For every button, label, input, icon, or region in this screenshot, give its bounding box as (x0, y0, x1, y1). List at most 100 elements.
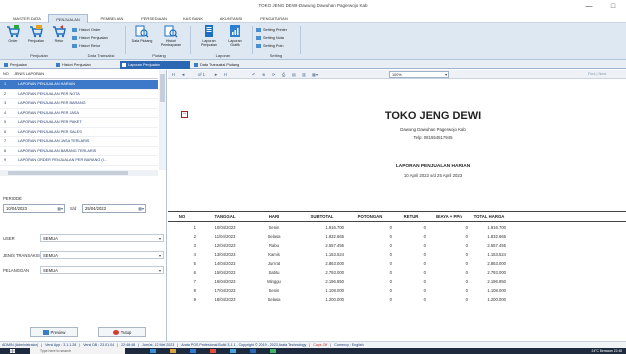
scroll-thumb[interactable] (8, 171, 128, 175)
report-list-item[interactable]: 7 LAPORAN PENJUALAN JASA TERLARIS (0, 137, 158, 147)
export-icon[interactable]: ▦▾ (312, 71, 318, 78)
tab-akuntansi[interactable]: AKUNTANSI (213, 14, 249, 23)
report-list-item[interactable]: 4 LAPORAN PENJUALAN PER JASA (0, 109, 158, 118)
setting-nota-item[interactable]: Setting Nota (256, 34, 287, 42)
chevron-down-icon: ▾ (445, 73, 447, 77)
scroll-thumb[interactable] (160, 74, 165, 102)
table-cell: 0 (423, 261, 426, 266)
histori-penjualan-item[interactable]: Histori Penjualan (72, 34, 108, 42)
collapse-params-button[interactable]: − (181, 111, 188, 118)
app-icon[interactable] (230, 349, 236, 353)
report-list-number: 1 (4, 82, 7, 86)
file-explorer-icon[interactable] (170, 349, 176, 353)
search-document-icon (135, 25, 149, 38)
vertical-scrollbar[interactable] (159, 70, 166, 170)
first-page-button[interactable]: H (172, 71, 175, 78)
refresh-icon[interactable]: ⟳ (272, 71, 276, 78)
table-cell: 0 (389, 234, 392, 239)
status-segment: ADMIN (Administrator) (2, 343, 39, 347)
horizontal-scrollbar[interactable] (0, 170, 158, 176)
status-bar: ADMIN (Administrator) | Versi App : 3.1.1.… (0, 341, 626, 348)
status-separator: | (330, 343, 332, 347)
header-no: NO (3, 72, 9, 76)
task-view-icon[interactable] (150, 349, 156, 353)
minimize-button[interactable]: — (578, 0, 600, 13)
report-list-name: LAPORAN PENJUALAN BARANG TERLARIS (18, 148, 97, 153)
chrome-icon[interactable] (210, 349, 216, 353)
windows-start-icon[interactable] (10, 349, 15, 353)
history-list: Histori Order Histori Penjualan Histori … (72, 26, 108, 50)
report-list-item[interactable]: 8 LAPORAN PENJUALAN BARANG TERLARIS (0, 147, 158, 156)
report-list-item[interactable]: 5 LAPORAN PENJUALAN PER PAKET (0, 118, 158, 128)
next-page-button[interactable]: ► (214, 71, 218, 78)
table-cell: 14/04/2023 (214, 261, 236, 266)
penjualan-button[interactable]: Penjualan (25, 25, 47, 49)
table-cell: 1.153.524 (325, 252, 344, 257)
tab-persediaan[interactable]: PERSEDIAAN (134, 14, 174, 23)
print-icon[interactable]: ⎙ (282, 71, 285, 78)
histori-pembayaran-button[interactable]: Histori Pembayaran (158, 25, 184, 49)
whatsapp-icon[interactable] (270, 349, 276, 353)
report-list-item[interactable]: 6 LAPORAN PENJUALAN PER SALES (0, 128, 158, 137)
weather-text: 24°C Berawan (591, 349, 613, 353)
table-cell: Selasa (267, 297, 281, 302)
table-cell: 0 (465, 297, 468, 302)
chevron-down-icon: ▾ (158, 236, 161, 241)
pelanggan-select[interactable]: SEMUA ▾ (40, 266, 164, 274)
table-cell: 0 (465, 279, 468, 284)
tab-penjualan[interactable]: PENJUALAN (48, 14, 88, 23)
retur-button[interactable]: Retur (48, 25, 70, 49)
order-button[interactable]: Order (2, 25, 24, 49)
report-list-item[interactable]: 2 LAPORAN PENJUALAN PER NOTA (0, 90, 158, 99)
maximize-button[interactable]: □ (602, 0, 624, 13)
tutup-button[interactable]: Tutup (98, 327, 146, 337)
table-cell: Senin (268, 288, 280, 293)
tab-pembelian[interactable]: PEMBELIAN (93, 14, 131, 23)
report-list-item[interactable]: 1 LAPORAN PENJUALAN HARIAN (0, 80, 158, 90)
report-list-name: LAPORAN PENJUALAN PER JASA (18, 110, 79, 115)
tab-pengaturan[interactable]: PENGATURAN (253, 14, 295, 23)
piutang-group-label: Piutang (152, 53, 166, 58)
preview-button[interactable]: Preview (30, 327, 78, 337)
back-icon[interactable]: ↶ (252, 71, 256, 78)
print-layout-icon[interactable]: ▤ (292, 71, 296, 78)
left-panel: NO JENIS LAPORAN 1 LAPORAN PENJUALAN HARI… (0, 70, 167, 341)
last-page-button[interactable]: H (224, 71, 227, 78)
stop-icon[interactable]: ⊗ (262, 71, 266, 78)
calendar-dropdown-icon[interactable]: ▦▾ (138, 205, 144, 213)
cart-icon (30, 25, 43, 38)
doc-tab-data-transaksi-piutang[interactable]: Data Transaksi Piutang (192, 61, 272, 69)
find-link[interactable]: Find | Next (588, 71, 606, 78)
table-cell: 0 (389, 243, 392, 248)
date-from-input[interactable]: 10/04/2023 ▦▾ (3, 204, 65, 213)
laporan-penjualan-button[interactable]: Laporan Penjualan (196, 25, 222, 49)
user-select[interactable]: SEMUA ▾ (40, 234, 164, 242)
taskbar-search-input[interactable]: Type here to search (30, 348, 125, 354)
table-cell: 9 (193, 297, 196, 302)
tab-icon (4, 63, 8, 67)
tab-master-data[interactable]: MASTER DATA (8, 14, 46, 23)
laporan-group-label: Laporan (215, 53, 231, 58)
prev-page-button[interactable]: ◄ (181, 71, 185, 78)
edge-icon[interactable] (190, 349, 196, 353)
calendar-dropdown-icon[interactable]: ▦▾ (57, 205, 63, 213)
system-tray: 24°C Berawan 22:48 (592, 348, 622, 354)
report-list-item[interactable]: 3 LAPORAN PENJUALAN PER BARANG (0, 99, 158, 109)
zoom-select[interactable]: 100% ▾ (389, 71, 449, 78)
report-list-item[interactable]: 9 LAPORAN ORDER PENJUALAN PER BARANG (I..… (0, 156, 158, 166)
setting-poin-item[interactable]: Setting Poin (256, 42, 287, 50)
doc-tab-laporan-penjualan[interactable]: Laporan Penjualan (120, 61, 190, 69)
date-to-input[interactable]: 25/04/2023 ▦▾ (82, 204, 146, 213)
tab-kas-bank[interactable]: KAS BANK (177, 14, 209, 23)
histori-order-item[interactable]: Histori Order (72, 26, 108, 34)
laporan-grafik-button[interactable]: Laporan Grafik (224, 25, 246, 49)
data-piutang-button[interactable]: Data Piutang (131, 25, 153, 49)
histori-retur-item[interactable]: Histori Retur (72, 42, 108, 50)
doc-tab-histori-penjualan[interactable]: Histori Penjualan (54, 61, 118, 69)
page-setup-icon[interactable]: ▥ (302, 71, 306, 78)
setting-printer-item[interactable]: Setting Printer (256, 26, 287, 34)
report-list-number: 2 (4, 91, 7, 96)
pos-app-icon[interactable] (250, 349, 256, 353)
doc-tab-penjualan[interactable]: Penjualan (2, 61, 52, 69)
jenis-transaksi-select[interactable]: SEMUA ▾ (40, 251, 164, 259)
